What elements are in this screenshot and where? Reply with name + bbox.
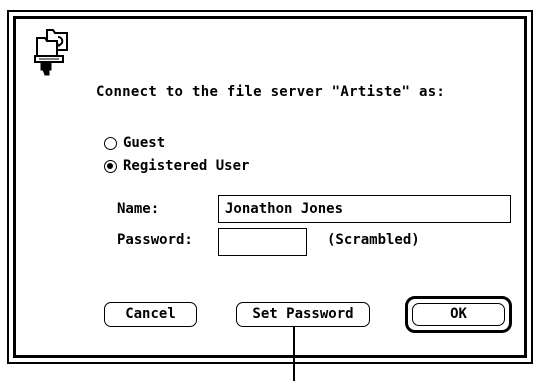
ok-button[interactable]: OK [412,303,505,326]
name-field[interactable]: Jonathon Jones [218,195,511,223]
password-label: Password: [117,232,193,248]
radio-guest-label: Guest [123,135,166,151]
password-scrambled-note: (Scrambled) [327,232,420,248]
radio-registered-user[interactable]: Registered User [104,158,249,174]
radio-button-icon[interactable] [104,136,117,150]
callout-line [293,327,295,381]
name-label: Name: [117,201,160,217]
radio-button-selected-icon[interactable] [104,159,117,173]
password-field[interactable] [218,228,307,256]
cancel-button[interactable]: Cancel [104,302,197,327]
radio-registered-user-label: Registered User [123,158,250,174]
set-password-button[interactable]: Set Password [236,302,370,327]
file-server-connect-icon [34,29,68,76]
radio-guest[interactable]: Guest [104,135,165,151]
connect-prompt: Connect to the file server "Artiste" as: [96,84,446,100]
